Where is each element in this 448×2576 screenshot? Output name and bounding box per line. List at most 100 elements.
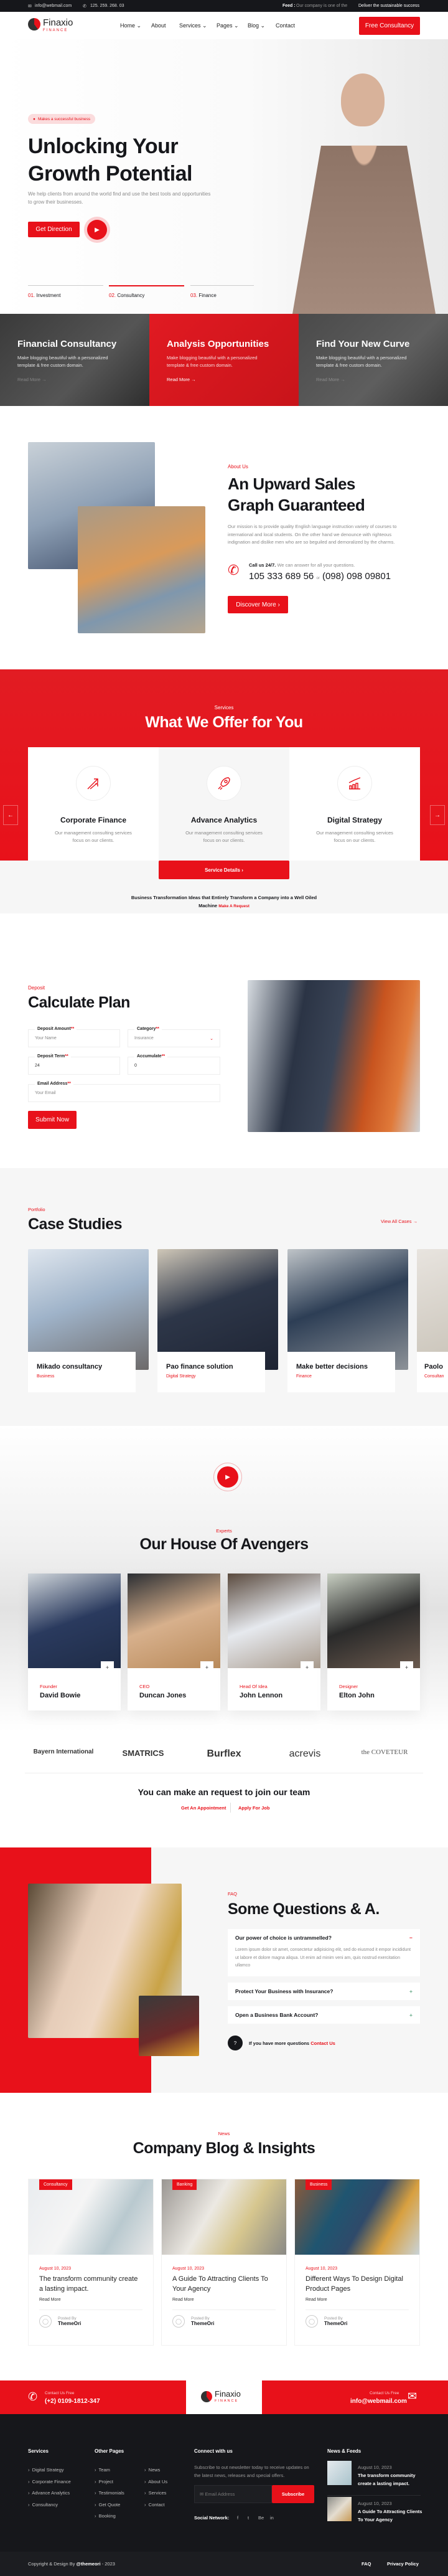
blog-post-title[interactable]: Different Ways To Design Digital Product… [306, 2274, 409, 2294]
case-card[interactable]: Mikado consultancy Business [28, 1249, 149, 1392]
nav-about[interactable]: About [151, 22, 166, 29]
footer-link[interactable]: › About Us [144, 2476, 167, 2488]
newsletter-email-input[interactable]: ✉ Email Address [194, 2485, 272, 2503]
submit-now-button[interactable]: Submit Now [28, 1111, 77, 1129]
news-title[interactable]: The transform community create a lasting… [358, 2472, 423, 2488]
footer-heading: News & Feeds [327, 2448, 362, 2454]
privacy-policy-link[interactable]: Privacy Policy [387, 2561, 419, 2567]
hero-tab-investment[interactable]: 01. Investment [28, 285, 103, 298]
read-more-link[interactable]: Read More → [316, 377, 431, 382]
nav-home[interactable]: Home ⌄ [120, 22, 141, 29]
service-details-button[interactable]: Service Details › [159, 861, 289, 879]
plus-icon[interactable]: + [200, 1661, 213, 1674]
service-card[interactable]: Advance Analytics Our management consulti… [159, 747, 289, 861]
blog-post-title[interactable]: A Guide To Attracting Clients To Your Ag… [172, 2274, 276, 2294]
discover-more-button[interactable]: Discover More › [228, 596, 288, 613]
footer-link[interactable]: › Get Quote [95, 2499, 124, 2511]
footer-link[interactable]: › Project [95, 2476, 124, 2488]
hero-tab-consultancy[interactable]: 02. Consultancy [109, 285, 184, 298]
read-more-link[interactable]: Read More → [167, 377, 281, 382]
footer-link[interactable]: › Team [95, 2465, 124, 2476]
blog-tag[interactable]: Business [306, 2179, 332, 2190]
plus-icon[interactable]: + [409, 1988, 413, 1994]
faq-item[interactable]: Protect Your Business with Insurance? + [228, 1983, 420, 2000]
blog-tag[interactable]: Banking [172, 2179, 197, 2190]
read-more-link[interactable]: Read More [172, 2298, 286, 2302]
contact-phone[interactable]: (+2) 0109-1812-347 [45, 2398, 100, 2405]
footer-link[interactable]: › Testimonials [95, 2488, 124, 2499]
facebook-icon[interactable]: f [237, 2515, 238, 2521]
free-consultancy-button[interactable]: Free Consultancy [359, 17, 420, 35]
case-card[interactable]: Make better decisions Finance [287, 1249, 408, 1392]
get-direction-button[interactable]: Get Direction [28, 222, 80, 237]
blog-card[interactable]: Business August 10, 2023 Different Ways To… [294, 2179, 420, 2346]
finance-growth-icon [76, 766, 111, 801]
contact-email[interactable]: info@webmail.com [350, 2398, 407, 2405]
footer-logo[interactable]: Finaxio FINANCE [186, 2380, 262, 2414]
footer-link[interactable]: › Services [144, 2488, 167, 2499]
read-more-link[interactable]: Read More [39, 2298, 153, 2302]
service-card[interactable]: Corporate Finance Our management consulti… [28, 747, 159, 861]
minus-icon[interactable]: − [409, 1935, 413, 1941]
deposit-term-input[interactable]: Deposit Term** 24 [28, 1054, 120, 1075]
case-card[interactable]: Paolo Consultan [417, 1249, 448, 1392]
apply-for-job-link[interactable]: Apply For Job [238, 1805, 269, 1811]
nav-services[interactable]: Services ⌄ [179, 22, 207, 29]
read-more-link[interactable]: Read More → [17, 377, 132, 382]
plus-icon[interactable]: + [409, 2012, 413, 2018]
faq-item[interactable]: Open a Business Bank Account? + [228, 2006, 420, 2024]
video-play-button[interactable]: ▶ [217, 1466, 238, 1488]
play-video-button[interactable]: ▶ [87, 220, 107, 240]
footer-link[interactable]: › Digital Strategy [28, 2465, 71, 2476]
footer-link[interactable]: › Corporate Finance [28, 2476, 71, 2488]
team-name: John Lennon [240, 1692, 283, 1699]
read-more-link[interactable]: Read More [306, 2298, 419, 2302]
faq-item-open[interactable]: Our power of choice is untrammelled? − Lor… [228, 1929, 420, 1976]
blog-card[interactable]: Banking August 10, 2023 A Guide To Attract… [161, 2179, 287, 2346]
contact-us-link[interactable]: Contact Us [310, 2041, 335, 2046]
team-member-card[interactable]: + CEO Duncan Jones [128, 1573, 220, 1710]
topbar-email[interactable]: info@webmail.com [35, 4, 72, 8]
divider [230, 1803, 231, 1813]
hero-tab-finance[interactable]: 03. Finance [190, 285, 254, 298]
footer-link[interactable]: › Contact [144, 2499, 167, 2511]
service-card[interactable]: Digital Strategy Our management consultin… [289, 747, 420, 861]
footer-link[interactable]: › Advance Analytics [28, 2488, 71, 2499]
logo-name[interactable]: Finaxio [43, 17, 73, 28]
email-input[interactable]: Email Address** Your Email [28, 1082, 220, 1102]
plus-icon[interactable]: + [301, 1661, 314, 1674]
nav-contact[interactable]: Contact [276, 22, 295, 29]
get-appointment-link[interactable]: Get An Appointment [181, 1805, 226, 1811]
chevron-down-icon: ⌄ [136, 22, 142, 29]
news-thumb[interactable] [327, 2461, 352, 2485]
faq-link[interactable]: FAQ [362, 2561, 371, 2567]
plus-icon[interactable]: + [400, 1661, 413, 1674]
view-all-cases-link[interactable]: View All Cases → [381, 1219, 418, 1224]
case-card[interactable]: Pao finance solution Digital Strategy [157, 1249, 278, 1392]
news-thumb[interactable] [327, 2497, 352, 2521]
topbar-phone[interactable]: 125. 259. 268. 03 [90, 4, 124, 8]
team-member-card[interactable]: + Designer Elton John [327, 1573, 420, 1710]
footer-link[interactable]: › News [144, 2465, 167, 2476]
blog-post-title[interactable]: The transform community create a lasting… [39, 2274, 142, 2294]
linkedin-icon[interactable]: in [270, 2515, 274, 2521]
accumulate-input[interactable]: Accumulate** 0 [128, 1054, 220, 1075]
nav-blog[interactable]: Blog ⌄ [248, 22, 265, 29]
deposit-amount-input[interactable]: Deposit Amount** Your Name [28, 1027, 120, 1047]
news-title[interactable]: A Guide To Attracting Clients To Your Ag… [358, 2508, 423, 2524]
make-request-link[interactable]: Make A Request [218, 904, 250, 908]
subscribe-button[interactable]: Subscribe [272, 2485, 314, 2503]
footer-link[interactable]: › Booking [95, 2511, 124, 2522]
blog-card[interactable]: Consultancy August 10, 2023 The transform … [28, 2179, 154, 2346]
team-member-card[interactable]: + Founder David Bowie [28, 1573, 121, 1710]
category-select[interactable]: Category** Insurance ⌄ [128, 1027, 220, 1047]
nav-pages[interactable]: Pages ⌄ [217, 22, 239, 29]
behance-icon[interactable]: Be [258, 2515, 264, 2521]
footer-link[interactable]: › Consultancy [28, 2499, 71, 2511]
plus-icon[interactable]: + [101, 1661, 114, 1674]
slider-next-button[interactable]: → [430, 805, 445, 825]
blog-tag[interactable]: Consultancy [39, 2179, 72, 2190]
team-member-card[interactable]: + Head Of Idea John Lennon [228, 1573, 320, 1710]
twitter-icon[interactable]: t [248, 2515, 249, 2521]
slider-prev-button[interactable]: ← [3, 805, 18, 825]
